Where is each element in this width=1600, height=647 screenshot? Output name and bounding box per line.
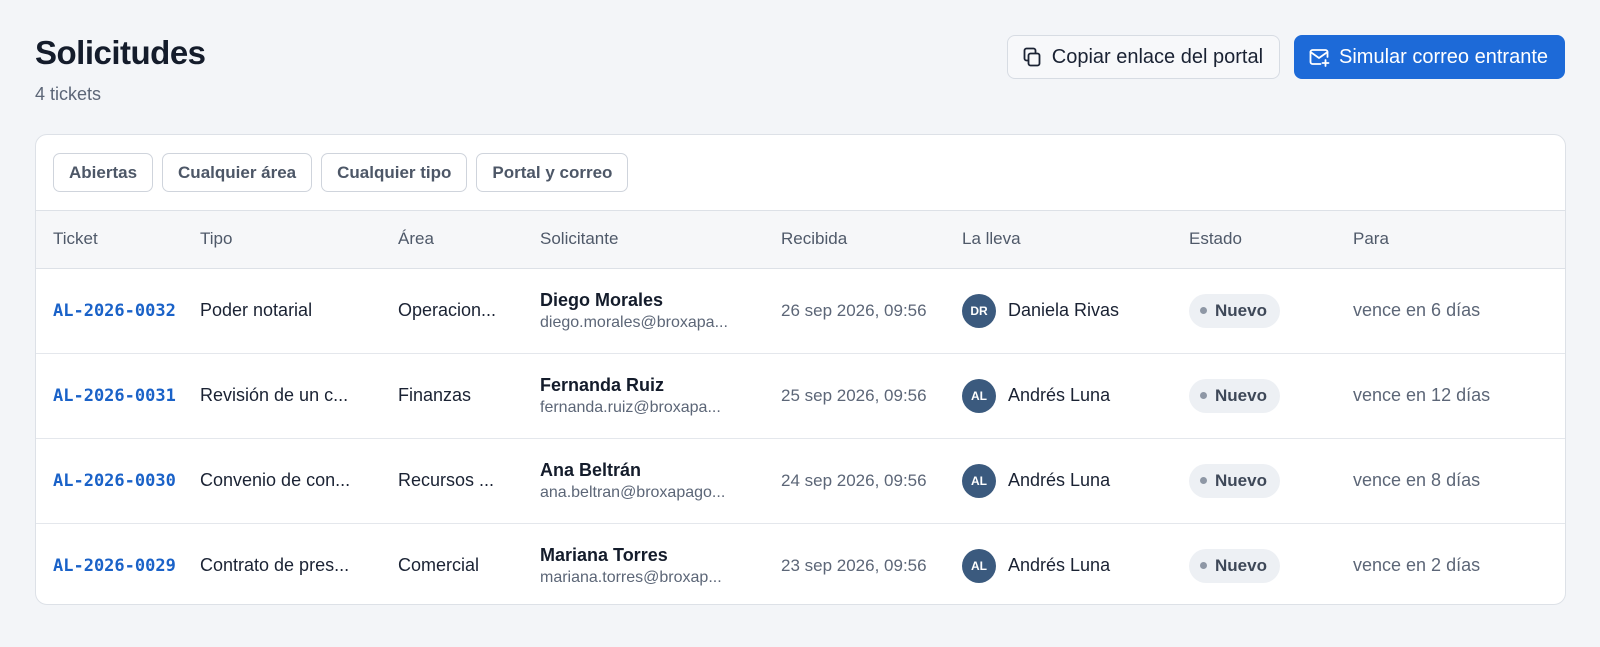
filter-bar: Abiertas Cualquier área Cualquier tipo P… xyxy=(36,135,1565,211)
ticket-id-link[interactable]: AL-2026-0029 xyxy=(53,556,176,576)
page-title: Solicitudes xyxy=(35,34,206,71)
copy-icon xyxy=(1020,45,1044,69)
due-text: vence en 12 días xyxy=(1353,385,1491,405)
filter-type[interactable]: Cualquier tipo xyxy=(321,153,468,192)
received-date: 25 sep 2026, 09:56 xyxy=(781,386,927,405)
received-date: 24 sep 2026, 09:56 xyxy=(781,471,927,490)
due-text: vence en 8 días xyxy=(1353,470,1481,490)
due-text: vence en 6 días xyxy=(1353,300,1481,320)
status-dot-icon xyxy=(1200,392,1207,399)
owner-name: Andrés Luna xyxy=(1008,470,1111,490)
requester-email: ana.beltran@broxapago... xyxy=(540,483,726,501)
status-label: Nuevo xyxy=(1215,385,1267,405)
status-badge: Nuevo xyxy=(1189,378,1280,413)
requester-name: Ana Beltrán xyxy=(540,459,642,480)
owner-cell: AL Andrés Luna xyxy=(945,353,1172,438)
requester-name: Mariana Torres xyxy=(540,544,668,565)
page-header: Solicitudes 4 tickets Copiar enlace del … xyxy=(35,0,1565,134)
tickets-card: Abiertas Cualquier área Cualquier tipo P… xyxy=(35,134,1566,605)
requester-name: Diego Morales xyxy=(540,289,664,310)
ticket-type: Contrato de pres... xyxy=(200,555,350,576)
column-header-requester[interactable]: Solicitante xyxy=(523,211,764,268)
received-date: 23 sep 2026, 09:56 xyxy=(781,556,927,576)
column-header-due[interactable]: Para xyxy=(1336,211,1565,268)
header-actions: Copiar enlace del portal Simular correo … xyxy=(1006,35,1565,79)
ticket-area: Comercial xyxy=(398,555,480,576)
requester-cell: Ana Beltrán ana.beltran@broxapago... xyxy=(523,438,764,523)
status-dot-icon xyxy=(1200,562,1207,570)
requester-email: fernanda.ruiz@broxapa... xyxy=(540,398,721,416)
requester-cell: Diego Morales diego.morales@broxapa... xyxy=(523,268,764,353)
column-header-received[interactable]: Recibida xyxy=(764,211,945,268)
received-date: 26 sep 2026, 09:56 xyxy=(781,301,927,320)
status-label: Nuevo xyxy=(1215,300,1267,320)
status-badge: Nuevo xyxy=(1189,463,1280,498)
column-header-type[interactable]: Tipo xyxy=(183,211,381,268)
status-label: Nuevo xyxy=(1215,470,1267,490)
ticket-id-link[interactable]: AL-2026-0030 xyxy=(53,471,176,491)
owner-cell: AL Andrés Luna xyxy=(945,438,1172,523)
status-dot-icon xyxy=(1200,307,1207,314)
table-row[interactable]: AL-2026-0031 Revisión de un c... Finanza… xyxy=(36,353,1565,438)
ticket-area: Finanzas xyxy=(398,385,472,405)
copy-portal-link-button[interactable]: Copiar enlace del portal xyxy=(1006,35,1281,79)
requester-cell: Fernanda Ruiz fernanda.ruiz@broxapa... xyxy=(523,353,764,438)
requester-name: Fernanda Ruiz xyxy=(540,374,665,395)
ticket-area: Recursos ... xyxy=(398,470,495,490)
filter-status[interactable]: Abiertas xyxy=(53,153,154,192)
page: Solicitudes 4 tickets Copiar enlace del … xyxy=(0,0,1600,647)
status-cell: Nuevo xyxy=(1172,353,1336,438)
status-dot-icon xyxy=(1200,477,1207,484)
ticket-type: Revisión de un c... xyxy=(200,385,349,405)
column-header-area[interactable]: Área xyxy=(381,211,523,268)
avatar: AL xyxy=(962,463,996,498)
column-header-status[interactable]: Estado xyxy=(1172,211,1336,268)
table-header-row: Ticket Tipo Área Solicitante Recibida La… xyxy=(36,211,1565,268)
ticket-type: Convenio de con... xyxy=(200,470,351,490)
ticket-id-link[interactable]: AL-2026-0032 xyxy=(53,301,176,321)
ticket-area: Operacion... xyxy=(398,300,497,320)
simulate-incoming-email-label: Simular correo entrante xyxy=(1339,45,1548,68)
requester-cell: Mariana Torres mariana.torres@broxap... xyxy=(523,523,764,604)
ticket-count: 4 tickets xyxy=(35,84,102,104)
simulate-incoming-email-button[interactable]: Simular correo entrante xyxy=(1294,35,1565,79)
column-header-ticket[interactable]: Ticket xyxy=(36,211,183,268)
owner-name: Daniela Rivas xyxy=(1008,300,1120,320)
status-label: Nuevo xyxy=(1215,555,1267,575)
owner-name: Andrés Luna xyxy=(1008,555,1111,576)
tickets-table: Ticket Tipo Área Solicitante Recibida La… xyxy=(36,211,1565,604)
ticket-type: Poder notarial xyxy=(200,300,313,320)
owner-cell: AL Andrés Luna xyxy=(945,523,1172,604)
table-row[interactable]: AL-2026-0030 Convenio de con... Recursos… xyxy=(36,438,1565,523)
avatar: AL xyxy=(962,548,996,583)
copy-portal-link-label: Copiar enlace del portal xyxy=(1051,45,1264,68)
status-cell: Nuevo xyxy=(1172,523,1336,604)
table-row[interactable]: AL-2026-0029 Contrato de pres... Comerci… xyxy=(36,523,1565,604)
owner-name: Andrés Luna xyxy=(1008,385,1111,405)
ticket-id-link[interactable]: AL-2026-0031 xyxy=(53,386,176,406)
filter-area[interactable]: Cualquier área xyxy=(162,153,313,192)
avatar: DR xyxy=(962,293,996,328)
status-badge: Nuevo xyxy=(1189,293,1280,328)
owner-cell: DR Daniela Rivas xyxy=(945,268,1172,353)
status-cell: Nuevo xyxy=(1172,268,1336,353)
status-badge: Nuevo xyxy=(1189,548,1280,583)
status-cell: Nuevo xyxy=(1172,438,1336,523)
table-row[interactable]: AL-2026-0032 Poder notarial Operacion...… xyxy=(36,268,1565,353)
column-header-owner[interactable]: La lleva xyxy=(945,211,1172,268)
mail-plus-icon xyxy=(1307,45,1331,69)
avatar: AL xyxy=(962,378,996,413)
requester-email: mariana.torres@broxap... xyxy=(540,568,722,586)
requester-email: diego.morales@broxapa... xyxy=(540,313,728,331)
due-text: vence en 2 días xyxy=(1353,555,1481,576)
filter-channel[interactable]: Portal y correo xyxy=(476,153,629,192)
